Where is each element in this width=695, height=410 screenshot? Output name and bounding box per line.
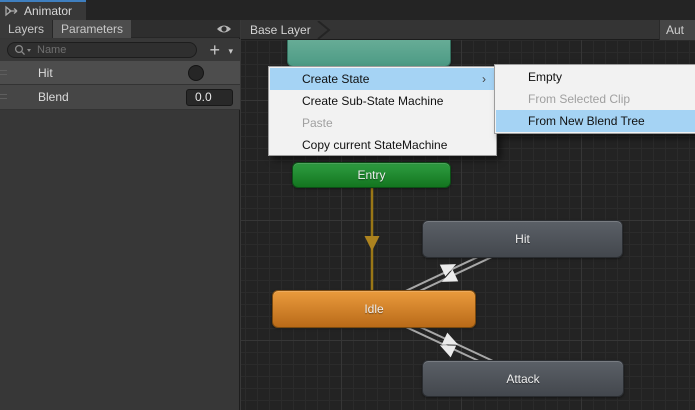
- submenu-item-empty[interactable]: Empty: [496, 66, 695, 88]
- menu-item-paste: Paste: [270, 112, 495, 134]
- create-state-submenu: Empty From Selected Clip From New Blend …: [494, 64, 695, 134]
- submenu-item-from-selected-clip: From Selected Clip: [496, 88, 695, 110]
- search-row: + ▾: [0, 39, 240, 61]
- submenu-item-from-new-blend-tree[interactable]: From New Blend Tree: [496, 110, 695, 132]
- state-attack[interactable]: Attack: [422, 360, 624, 397]
- auto-live-link-button[interactable]: Aut: [659, 20, 695, 40]
- context-menu: Create State › Create Sub-State Machine …: [268, 66, 497, 156]
- drag-handle-icon[interactable]: [0, 70, 7, 75]
- parameter-row-hit[interactable]: Hit: [0, 61, 240, 85]
- window-tab-bar: Animator: [0, 0, 695, 20]
- parameter-name: Blend: [38, 90, 69, 104]
- tab-parameters[interactable]: Parameters: [53, 20, 131, 38]
- state-any-state[interactable]: [287, 40, 451, 67]
- search-input[interactable]: [37, 44, 187, 56]
- parameter-name: Hit: [38, 66, 53, 80]
- float-value-field[interactable]: 0.0: [186, 89, 233, 106]
- menu-item-create-state[interactable]: Create State ›: [270, 68, 495, 90]
- drag-handle-icon[interactable]: [0, 94, 7, 99]
- add-parameter-button[interactable]: +: [209, 39, 220, 61]
- trigger-toggle[interactable]: [188, 65, 204, 81]
- breadcrumb-base-layer[interactable]: Base Layer: [250, 20, 311, 40]
- eye-icon[interactable]: [216, 23, 232, 35]
- tab-layers[interactable]: Layers: [0, 20, 53, 38]
- animator-icon: [5, 5, 19, 17]
- parameter-list: Hit Blend 0.0: [0, 61, 240, 110]
- state-entry[interactable]: Entry: [292, 162, 451, 188]
- submenu-arrow-icon: ›: [482, 68, 486, 90]
- tab-animator-label: Animator: [24, 4, 72, 18]
- state-idle[interactable]: Idle: [272, 290, 476, 328]
- tab-animator[interactable]: Animator: [0, 0, 86, 20]
- menu-item-label: Create State: [302, 72, 369, 86]
- panel-subtabs: Layers Parameters: [0, 20, 240, 38]
- breadcrumb-chevron-icon: [317, 21, 331, 39]
- breadcrumb-bar: Base Layer Aut: [241, 20, 695, 40]
- search-field[interactable]: [7, 42, 197, 58]
- menu-item-copy-current-statemachine[interactable]: Copy current StateMachine: [270, 134, 495, 156]
- animator-window: Animator Layers Parameters + ▾: [0, 0, 695, 410]
- add-parameter-caret-icon[interactable]: ▾: [228, 40, 233, 62]
- transition-entry-idle[interactable]: [365, 188, 380, 290]
- parameters-panel: Layers Parameters + ▾ Hit: [0, 20, 240, 410]
- search-icon: [14, 44, 34, 56]
- state-hit[interactable]: Hit: [422, 220, 623, 258]
- menu-item-create-substate-machine[interactable]: Create Sub-State Machine: [270, 90, 495, 112]
- parameter-row-blend[interactable]: Blend 0.0: [0, 85, 240, 110]
